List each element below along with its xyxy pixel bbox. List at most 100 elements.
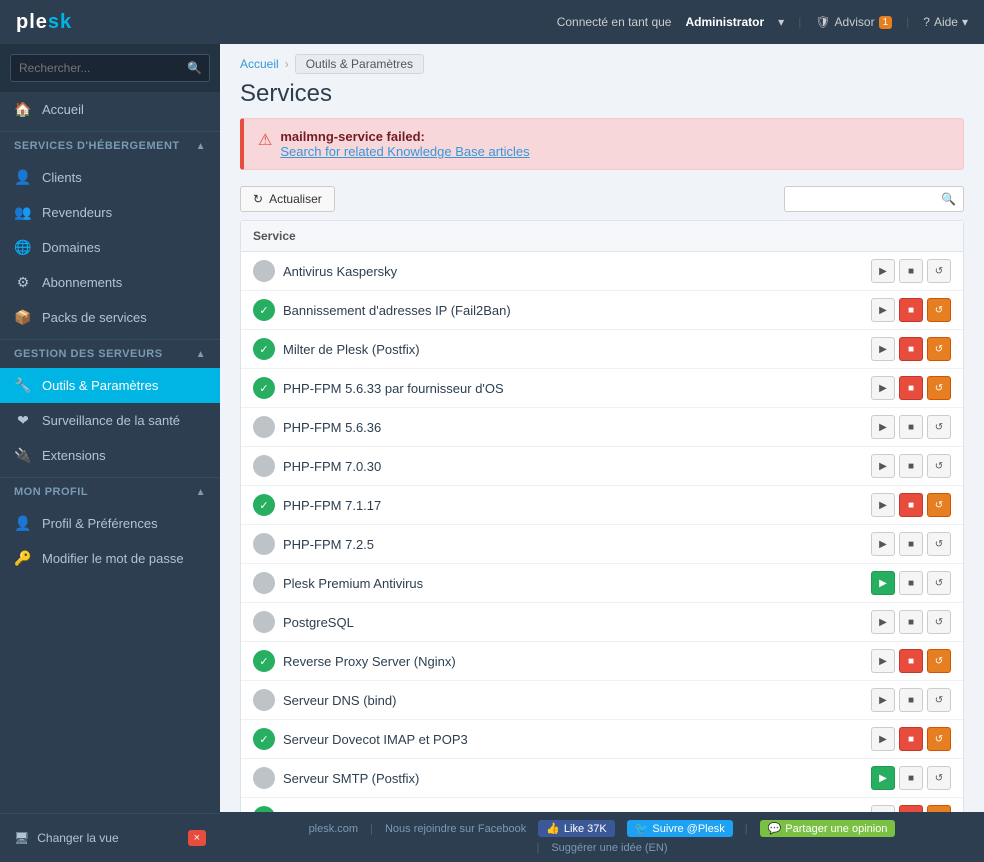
service-restart-button[interactable]: ↺ [927, 415, 951, 439]
service-play-button[interactable]: ▶ [871, 415, 895, 439]
footer-pleskcom-link[interactable]: plesk.com [309, 823, 359, 835]
service-restart-button[interactable]: ↺ [927, 532, 951, 556]
service-restart-button[interactable]: ↺ [927, 649, 951, 673]
service-play-button[interactable]: ▶ [871, 688, 895, 712]
service-play-button[interactable]: ▶ [871, 649, 895, 673]
top-header: plesk Connecté en tant que Administrator… [0, 0, 984, 44]
service-stop-button[interactable]: ■ [899, 805, 923, 812]
packs-icon: 📦 [14, 309, 32, 326]
breadcrumb-current: Outils & Paramètres [295, 54, 424, 74]
toolbar-search-icon: 🔍 [941, 192, 956, 206]
section-hebergement-label: Services d'hébergement [14, 140, 180, 152]
service-row: ✓Milter de Plesk (Postfix)▶■↺ [241, 330, 963, 369]
advisor-icon: 🛡 [815, 15, 830, 29]
services-list: Antivirus Kaspersky▶■↺✓Bannissement d'ad… [241, 252, 963, 812]
service-name: PostgreSQL [283, 615, 871, 630]
service-restart-button[interactable]: ↺ [927, 571, 951, 595]
sidebar-search-input[interactable] [10, 54, 210, 82]
sidebar-item-outils[interactable]: 🔧 Outils & Paramètres [0, 368, 220, 403]
sidebar-item-packs[interactable]: 📦 Packs de services [0, 300, 220, 335]
service-restart-button[interactable]: ↺ [927, 805, 951, 812]
service-row: ✓PHP-FPM 5.6.33 par fournisseur d'OS▶■↺ [241, 369, 963, 408]
sidebar-item-profil[interactable]: 👤 Profil & Préférences [0, 506, 220, 541]
suggest-link[interactable]: Suggérer une idée (EN) [551, 842, 667, 854]
breadcrumb: Accueil › Outils & Paramètres [220, 44, 984, 74]
sidebar-section-hebergement[interactable]: Services d'hébergement ▲ [0, 131, 220, 160]
follow-button[interactable]: 🐦 Suivre @Plesk [627, 820, 733, 837]
service-play-button[interactable]: ▶ [871, 259, 895, 283]
sidebar-item-sante[interactable]: ❤ Surveillance de la santé [0, 403, 220, 438]
breadcrumb-home[interactable]: Accueil [240, 57, 279, 71]
like-button[interactable]: 👍 Like 37K [538, 820, 615, 837]
sidebar-item-clients[interactable]: 👤 Clients [0, 160, 220, 195]
service-restart-button[interactable]: ↺ [927, 610, 951, 634]
service-status-indicator [253, 572, 275, 594]
alert-link[interactable]: Search for related Knowledge Base articl… [280, 144, 529, 159]
services-table-header: Service [241, 221, 963, 252]
service-play-button[interactable]: ▶ [871, 376, 895, 400]
service-play-button[interactable]: ▶ [871, 337, 895, 361]
service-play-button[interactable]: ▶ [871, 766, 895, 790]
service-restart-button[interactable]: ↺ [927, 337, 951, 361]
service-stop-button[interactable]: ■ [899, 298, 923, 322]
service-actions: ▶■↺ [871, 727, 951, 751]
admin-chevron[interactable]: ▾ [778, 15, 784, 29]
refresh-icon: ↻ [253, 192, 263, 206]
section-profil-label: Mon profil [14, 486, 88, 498]
service-stop-button[interactable]: ■ [899, 571, 923, 595]
sidebar-item-extensions[interactable]: 🔌 Extensions [0, 438, 220, 473]
service-stop-button[interactable]: ■ [899, 415, 923, 439]
service-stop-button[interactable]: ■ [899, 337, 923, 361]
sidebar-item-domaines[interactable]: 🌐 Domaines [0, 230, 220, 265]
sidebar-change-view[interactable]: 🖥 Changer la vue × [0, 822, 220, 854]
service-stop-button[interactable]: ■ [899, 727, 923, 751]
aide-button[interactable]: ? Aide ▾ [923, 15, 968, 29]
service-restart-button[interactable]: ↺ [927, 688, 951, 712]
share-button[interactable]: 💬 Partager une opinion [760, 820, 896, 837]
sidebar-item-accueil[interactable]: 🏠 Accueil [0, 92, 220, 127]
toolbar-search-input[interactable] [784, 186, 964, 212]
service-restart-button[interactable]: ↺ [927, 298, 951, 322]
service-restart-button[interactable]: ↺ [927, 454, 951, 478]
share-icon: 💬 [768, 822, 782, 835]
service-stop-button[interactable]: ■ [899, 766, 923, 790]
sidebar-item-abonnements[interactable]: ⚙ Abonnements [0, 265, 220, 300]
service-stop-button[interactable]: ■ [899, 688, 923, 712]
service-play-button[interactable]: ▶ [871, 571, 895, 595]
service-stop-button[interactable]: ■ [899, 493, 923, 517]
service-play-button[interactable]: ▶ [871, 610, 895, 634]
service-status-indicator [253, 689, 275, 711]
service-restart-button[interactable]: ↺ [927, 727, 951, 751]
close-view-button[interactable]: × [188, 830, 206, 846]
advisor-button[interactable]: 🛡 Advisor 1 [815, 15, 892, 29]
sidebar-item-revendeurs[interactable]: 👥 Revendeurs [0, 195, 220, 230]
service-stop-button[interactable]: ■ [899, 454, 923, 478]
service-play-button[interactable]: ▶ [871, 298, 895, 322]
service-play-button[interactable]: ▶ [871, 454, 895, 478]
refresh-button[interactable]: ↻ Actualiser [240, 186, 335, 212]
service-play-button[interactable]: ▶ [871, 805, 895, 812]
service-stop-button[interactable]: ■ [899, 610, 923, 634]
footer-facebook-link[interactable]: Nous rejoindre sur Facebook [385, 823, 526, 835]
service-restart-button[interactable]: ↺ [927, 259, 951, 283]
advisor-badge: 1 [879, 16, 893, 29]
service-status-indicator [253, 455, 275, 477]
service-play-button[interactable]: ▶ [871, 727, 895, 751]
content-area: Accueil › Outils & Paramètres Services ⚠… [220, 44, 984, 862]
sidebar-label-revendeurs: Revendeurs [42, 205, 112, 220]
sidebar-section-profil[interactable]: Mon profil ▲ [0, 477, 220, 506]
service-play-button[interactable]: ▶ [871, 532, 895, 556]
service-play-button[interactable]: ▶ [871, 493, 895, 517]
service-stop-button[interactable]: ■ [899, 649, 923, 673]
sidebar-item-motdepasse[interactable]: 🔑 Modifier le mot de passe [0, 541, 220, 576]
service-name: Serveur Dovecot IMAP et POP3 [283, 732, 871, 747]
sidebar-label-abonnements: Abonnements [42, 275, 122, 290]
service-stop-button[interactable]: ■ [899, 532, 923, 556]
service-restart-button[interactable]: ↺ [927, 493, 951, 517]
sidebar-section-serveurs[interactable]: Gestion des serveurs ▲ [0, 339, 220, 368]
service-stop-button[interactable]: ■ [899, 376, 923, 400]
service-restart-button[interactable]: ↺ [927, 376, 951, 400]
service-actions: ▶ ■ ↺ [871, 805, 951, 812]
service-restart-button[interactable]: ↺ [927, 766, 951, 790]
service-stop-button[interactable]: ■ [899, 259, 923, 283]
